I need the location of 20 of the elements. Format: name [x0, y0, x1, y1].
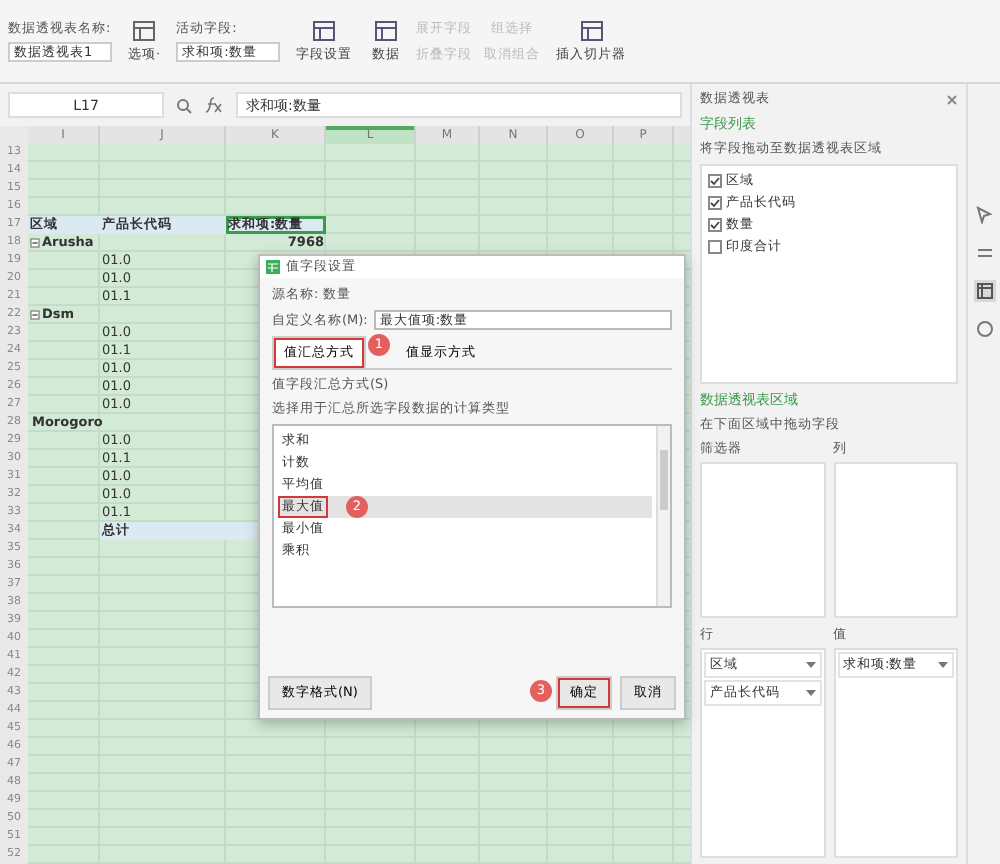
checkbox[interactable] — [708, 218, 722, 232]
pivot-icon[interactable] — [973, 280, 995, 302]
zoom-icon[interactable] — [176, 97, 192, 113]
caret-icon[interactable] — [805, 661, 815, 669]
function-icon[interactable] — [204, 96, 224, 114]
table-icon — [132, 19, 157, 41]
scrollbar[interactable] — [656, 426, 670, 606]
caret-icon[interactable] — [805, 689, 815, 697]
checkbox[interactable] — [708, 196, 722, 210]
table-icon — [579, 19, 604, 41]
collapse-icon[interactable] — [30, 310, 40, 320]
close-icon[interactable] — [946, 93, 958, 105]
table-icon — [374, 19, 399, 41]
checkbox[interactable] — [708, 240, 722, 254]
help-icon[interactable] — [973, 318, 995, 340]
caret-icon[interactable] — [938, 661, 948, 669]
collapse-icon[interactable] — [30, 238, 40, 248]
pointer-icon[interactable] — [973, 204, 995, 226]
table-icon — [312, 19, 337, 41]
checkbox[interactable] — [708, 174, 722, 188]
